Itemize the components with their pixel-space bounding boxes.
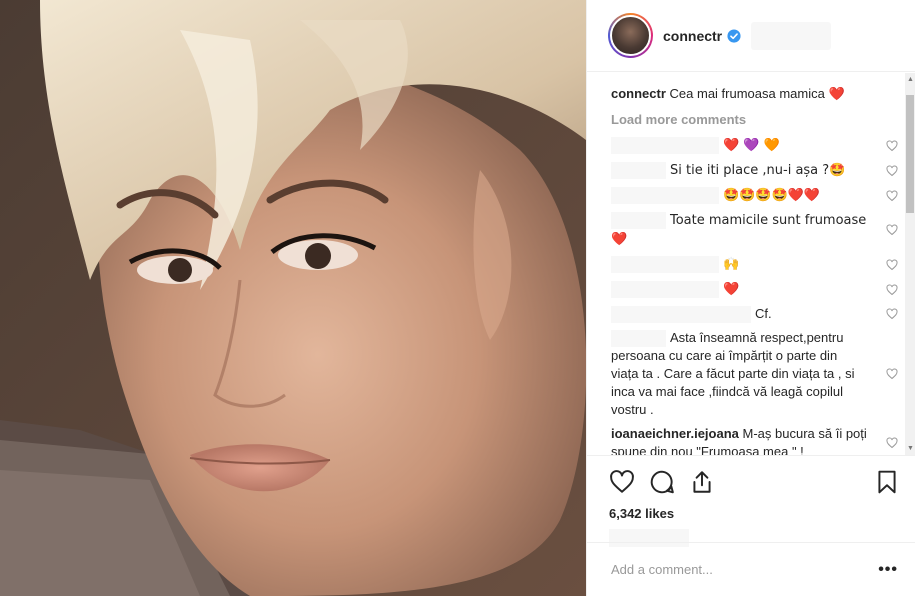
redacted-username [611,212,666,230]
comment-like-heart-icon[interactable] [886,164,898,177]
comment-text: Cf. [755,306,772,321]
comment-text: 🙌 [723,257,740,272]
share-upload-icon[interactable] [689,469,715,495]
avatar[interactable] [608,13,653,58]
scroll-up-arrow-icon[interactable]: ▲ [907,76,914,83]
caption-emoji: ❤️ [828,87,845,102]
redacted-username [611,330,666,348]
action-icons-row [609,464,900,500]
comment-input[interactable] [611,562,879,577]
comment-like-heart-icon[interactable] [886,258,898,271]
username-link[interactable]: connectr [663,28,722,44]
redacted-username [611,281,719,299]
redacted-username [611,137,719,155]
comment-like-heart-icon[interactable] [886,368,898,380]
speech-bubble-icon[interactable] [649,469,675,495]
comment-like-heart-icon[interactable] [886,308,898,320]
post-header: connectr [587,0,915,72]
post-side-panel: connectr connectr Cea mai frumoasa mamic… [586,0,915,596]
comment-text: ❤️ 💜 🧡 [723,138,780,153]
portrait-image [0,0,586,596]
comment-username[interactable]: ioanaeichner.iejoana [611,426,739,441]
comment-item: Cf. [611,302,898,326]
redacted-region [751,21,832,50]
bookmark-icon[interactable] [874,469,900,495]
comment-like-heart-icon[interactable] [886,224,898,236]
comment-like-heart-icon[interactable] [886,189,898,202]
post-photo[interactable] [0,0,586,596]
heart-outline-icon[interactable] [609,469,635,495]
comments-list[interactable]: connectr Cea mai frumoasa mamica ❤️ Load… [587,73,915,455]
comment-like-heart-icon[interactable] [886,283,898,296]
comment-text: Si tie iti place ,nu-i așa ?🤩 [670,163,846,178]
redacted-username [611,187,719,205]
caption-username[interactable]: connectr [611,86,666,101]
comment-item: ioanaeichner.iejoana M-aș bucura să îi p… [611,422,898,455]
scrollbar-thumb[interactable] [906,95,914,213]
comment-item: Si tie iti place ,nu-i așa ?🤩 [611,158,898,183]
post-caption: connectr Cea mai frumoasa mamica ❤️ [611,85,886,104]
post-actions: 6,342 likes [587,455,915,547]
verified-badge-icon [727,28,741,43]
comment-item: ❤️ 💜 🧡 [611,133,898,158]
load-more-comments-button[interactable]: Load more comments [611,112,886,127]
more-options-icon[interactable]: ••• [878,561,898,579]
comment-item: 🤩🤩🤩🤩❤️❤️ [611,183,898,208]
comment-text: ❤️ [723,282,740,297]
likes-count[interactable]: 6,342 likes [609,506,900,521]
redacted-username [611,162,666,180]
comment-item: 🙌 [611,252,898,277]
add-comment-bar: ••• [587,542,915,596]
comment-like-heart-icon[interactable] [886,437,898,449]
comment-item: Asta înseamnă respect,pentru persoana cu… [611,326,898,422]
comment-text: 🤩🤩🤩🤩❤️❤️ [723,188,821,203]
scroll-down-arrow-icon[interactable]: ▼ [907,445,914,452]
redacted-username [611,256,719,274]
comments-scrollbar[interactable]: ▲ ▼ [905,73,915,455]
comment-item: Toate mamicile sunt frumoase❤️ [611,208,898,252]
caption-text: Cea mai frumoasa mamica [669,86,825,101]
redacted-username [611,306,751,324]
comment-like-heart-icon[interactable] [886,139,898,152]
avatar-image [610,15,651,56]
comment-item: ❤️ [611,277,898,302]
